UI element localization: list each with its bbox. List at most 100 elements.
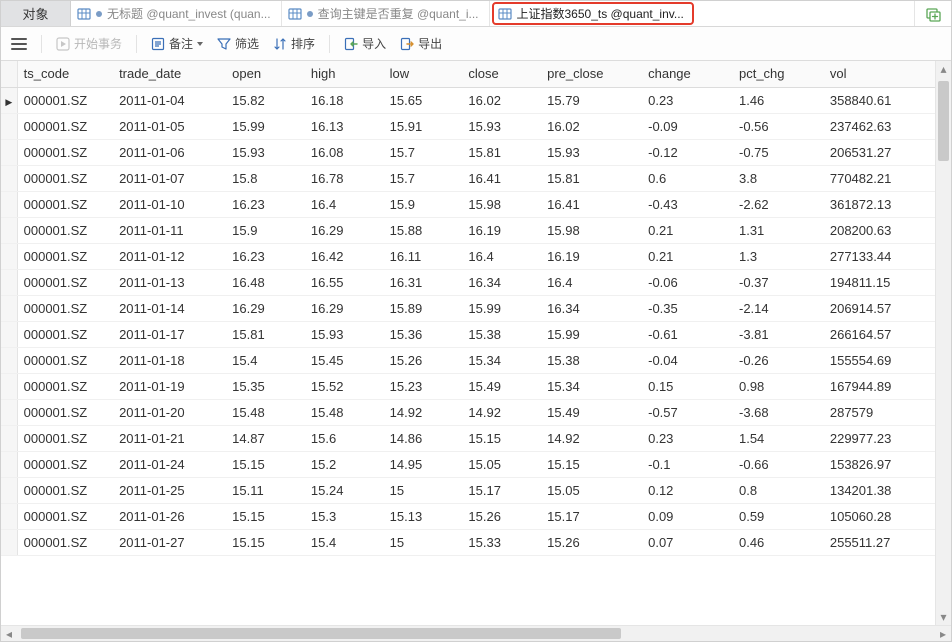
cell[interactable]: 16.02 [541, 113, 642, 139]
table-row[interactable]: 000001.SZ2011-01-2515.1115.241515.1715.0… [1, 477, 935, 503]
cell[interactable]: 15.13 [384, 503, 463, 529]
cell[interactable]: 15.45 [305, 347, 384, 373]
cell[interactable]: 0.21 [642, 217, 733, 243]
cell[interactable]: 15.26 [384, 347, 463, 373]
cell[interactable]: 15.4 [305, 529, 384, 555]
memo-button[interactable]: 备注 [151, 35, 203, 52]
table-row[interactable]: 000001.SZ2011-01-2715.1515.41515.3315.26… [1, 529, 935, 555]
cell[interactable]: 0.46 [733, 529, 824, 555]
cell[interactable]: 2011-01-13 [113, 269, 226, 295]
grid-scrollview[interactable]: ts_code trade_date open high low close p… [1, 61, 935, 625]
cell[interactable]: 000001.SZ [17, 399, 113, 425]
row-gutter[interactable] [1, 139, 17, 165]
row-gutter[interactable] [1, 477, 17, 503]
cell[interactable]: 16.48 [226, 269, 305, 295]
cell[interactable]: 255511.27 [824, 529, 935, 555]
cell[interactable]: 15.36 [384, 321, 463, 347]
cell[interactable]: 15 [384, 477, 463, 503]
row-gutter[interactable] [1, 347, 17, 373]
cell[interactable]: 000001.SZ [17, 139, 113, 165]
cell[interactable]: 000001.SZ [17, 425, 113, 451]
cell[interactable]: 15.11 [226, 477, 305, 503]
cell[interactable]: 0.21 [642, 243, 733, 269]
cell[interactable]: -0.56 [733, 113, 824, 139]
cell[interactable]: 15.2 [305, 451, 384, 477]
cell[interactable]: 15.99 [462, 295, 541, 321]
cell[interactable]: 16.02 [462, 87, 541, 113]
horizontal-scroll-thumb[interactable] [21, 628, 621, 639]
cell[interactable]: -0.37 [733, 269, 824, 295]
cell[interactable]: 134201.38 [824, 477, 935, 503]
cell[interactable]: 16.41 [541, 191, 642, 217]
document-tab[interactable]: 查询主键是否重复 @quant_i... [282, 1, 490, 26]
cell[interactable]: 1.54 [733, 425, 824, 451]
cell[interactable]: 15.8 [226, 165, 305, 191]
cell[interactable]: 15.93 [541, 139, 642, 165]
cell[interactable]: 15.52 [305, 373, 384, 399]
cell[interactable]: 000001.SZ [17, 529, 113, 555]
table-row[interactable]: 000001.SZ2011-01-1815.415.4515.2615.3415… [1, 347, 935, 373]
cell[interactable]: 15.9 [226, 217, 305, 243]
cell[interactable]: 2011-01-11 [113, 217, 226, 243]
cell[interactable]: 15.38 [541, 347, 642, 373]
row-gutter[interactable] [1, 243, 17, 269]
cell[interactable]: 206914.57 [824, 295, 935, 321]
cell[interactable]: 15.15 [226, 529, 305, 555]
cell[interactable]: 15.93 [462, 113, 541, 139]
cell[interactable]: 0.98 [733, 373, 824, 399]
column-header[interactable]: ts_code [17, 61, 113, 87]
cell[interactable]: 206531.27 [824, 139, 935, 165]
cell[interactable]: 000001.SZ [17, 269, 113, 295]
cell[interactable]: -0.1 [642, 451, 733, 477]
cell[interactable]: 16.19 [462, 217, 541, 243]
cell[interactable]: 14.92 [541, 425, 642, 451]
cell[interactable]: 153826.97 [824, 451, 935, 477]
row-gutter[interactable] [1, 113, 17, 139]
cell[interactable]: -0.43 [642, 191, 733, 217]
cell[interactable]: -0.04 [642, 347, 733, 373]
table-row[interactable]: 000001.SZ2011-01-1915.3515.5215.2315.491… [1, 373, 935, 399]
cell[interactable]: 14.92 [384, 399, 463, 425]
cell[interactable]: 15.4 [226, 347, 305, 373]
cell[interactable]: 2011-01-05 [113, 113, 226, 139]
table-row[interactable]: 000001.SZ2011-01-2114.8715.614.8615.1514… [1, 425, 935, 451]
cell[interactable]: 14.92 [462, 399, 541, 425]
cell[interactable]: 000001.SZ [17, 373, 113, 399]
cell[interactable]: 15.23 [384, 373, 463, 399]
table-row[interactable]: 000001.SZ2011-01-2615.1515.315.1315.2615… [1, 503, 935, 529]
row-gutter[interactable] [1, 529, 17, 555]
cell[interactable]: 14.86 [384, 425, 463, 451]
cell[interactable]: -0.35 [642, 295, 733, 321]
cell[interactable]: 16.41 [462, 165, 541, 191]
cell[interactable]: 15.17 [541, 503, 642, 529]
cell[interactable]: 2011-01-14 [113, 295, 226, 321]
table-row[interactable]: 000001.SZ2011-01-1416.2916.2915.8915.991… [1, 295, 935, 321]
cell[interactable]: 15.05 [541, 477, 642, 503]
cell[interactable]: 15.9 [384, 191, 463, 217]
cell[interactable]: 0.09 [642, 503, 733, 529]
cell[interactable]: 16.42 [305, 243, 384, 269]
cell[interactable]: 15.93 [305, 321, 384, 347]
cell[interactable]: 0.23 [642, 87, 733, 113]
row-gutter[interactable] [1, 217, 17, 243]
cell[interactable]: 3.8 [733, 165, 824, 191]
table-row[interactable]: 000001.SZ2011-01-1316.4816.5516.3116.341… [1, 269, 935, 295]
horizontal-scrollbar[interactable]: ◂ ▸ [1, 625, 951, 641]
cell[interactable]: 0.8 [733, 477, 824, 503]
cell[interactable]: 16.23 [226, 243, 305, 269]
table-row[interactable]: 000001.SZ2011-01-2415.1515.214.9515.0515… [1, 451, 935, 477]
cell[interactable]: 2011-01-26 [113, 503, 226, 529]
cell[interactable]: 0.59 [733, 503, 824, 529]
cell[interactable]: 16.29 [226, 295, 305, 321]
row-gutter[interactable] [1, 451, 17, 477]
cell[interactable]: 2011-01-12 [113, 243, 226, 269]
cell[interactable]: 105060.28 [824, 503, 935, 529]
cell[interactable]: 15.98 [541, 217, 642, 243]
cell[interactable]: 16.11 [384, 243, 463, 269]
column-header[interactable]: change [642, 61, 733, 87]
cell[interactable]: 2011-01-07 [113, 165, 226, 191]
cell[interactable]: 16.29 [305, 217, 384, 243]
row-gutter[interactable] [1, 425, 17, 451]
document-tab[interactable]: 无标题 @quant_invest (quan... [71, 1, 282, 26]
column-header[interactable]: pct_chg [733, 61, 824, 87]
